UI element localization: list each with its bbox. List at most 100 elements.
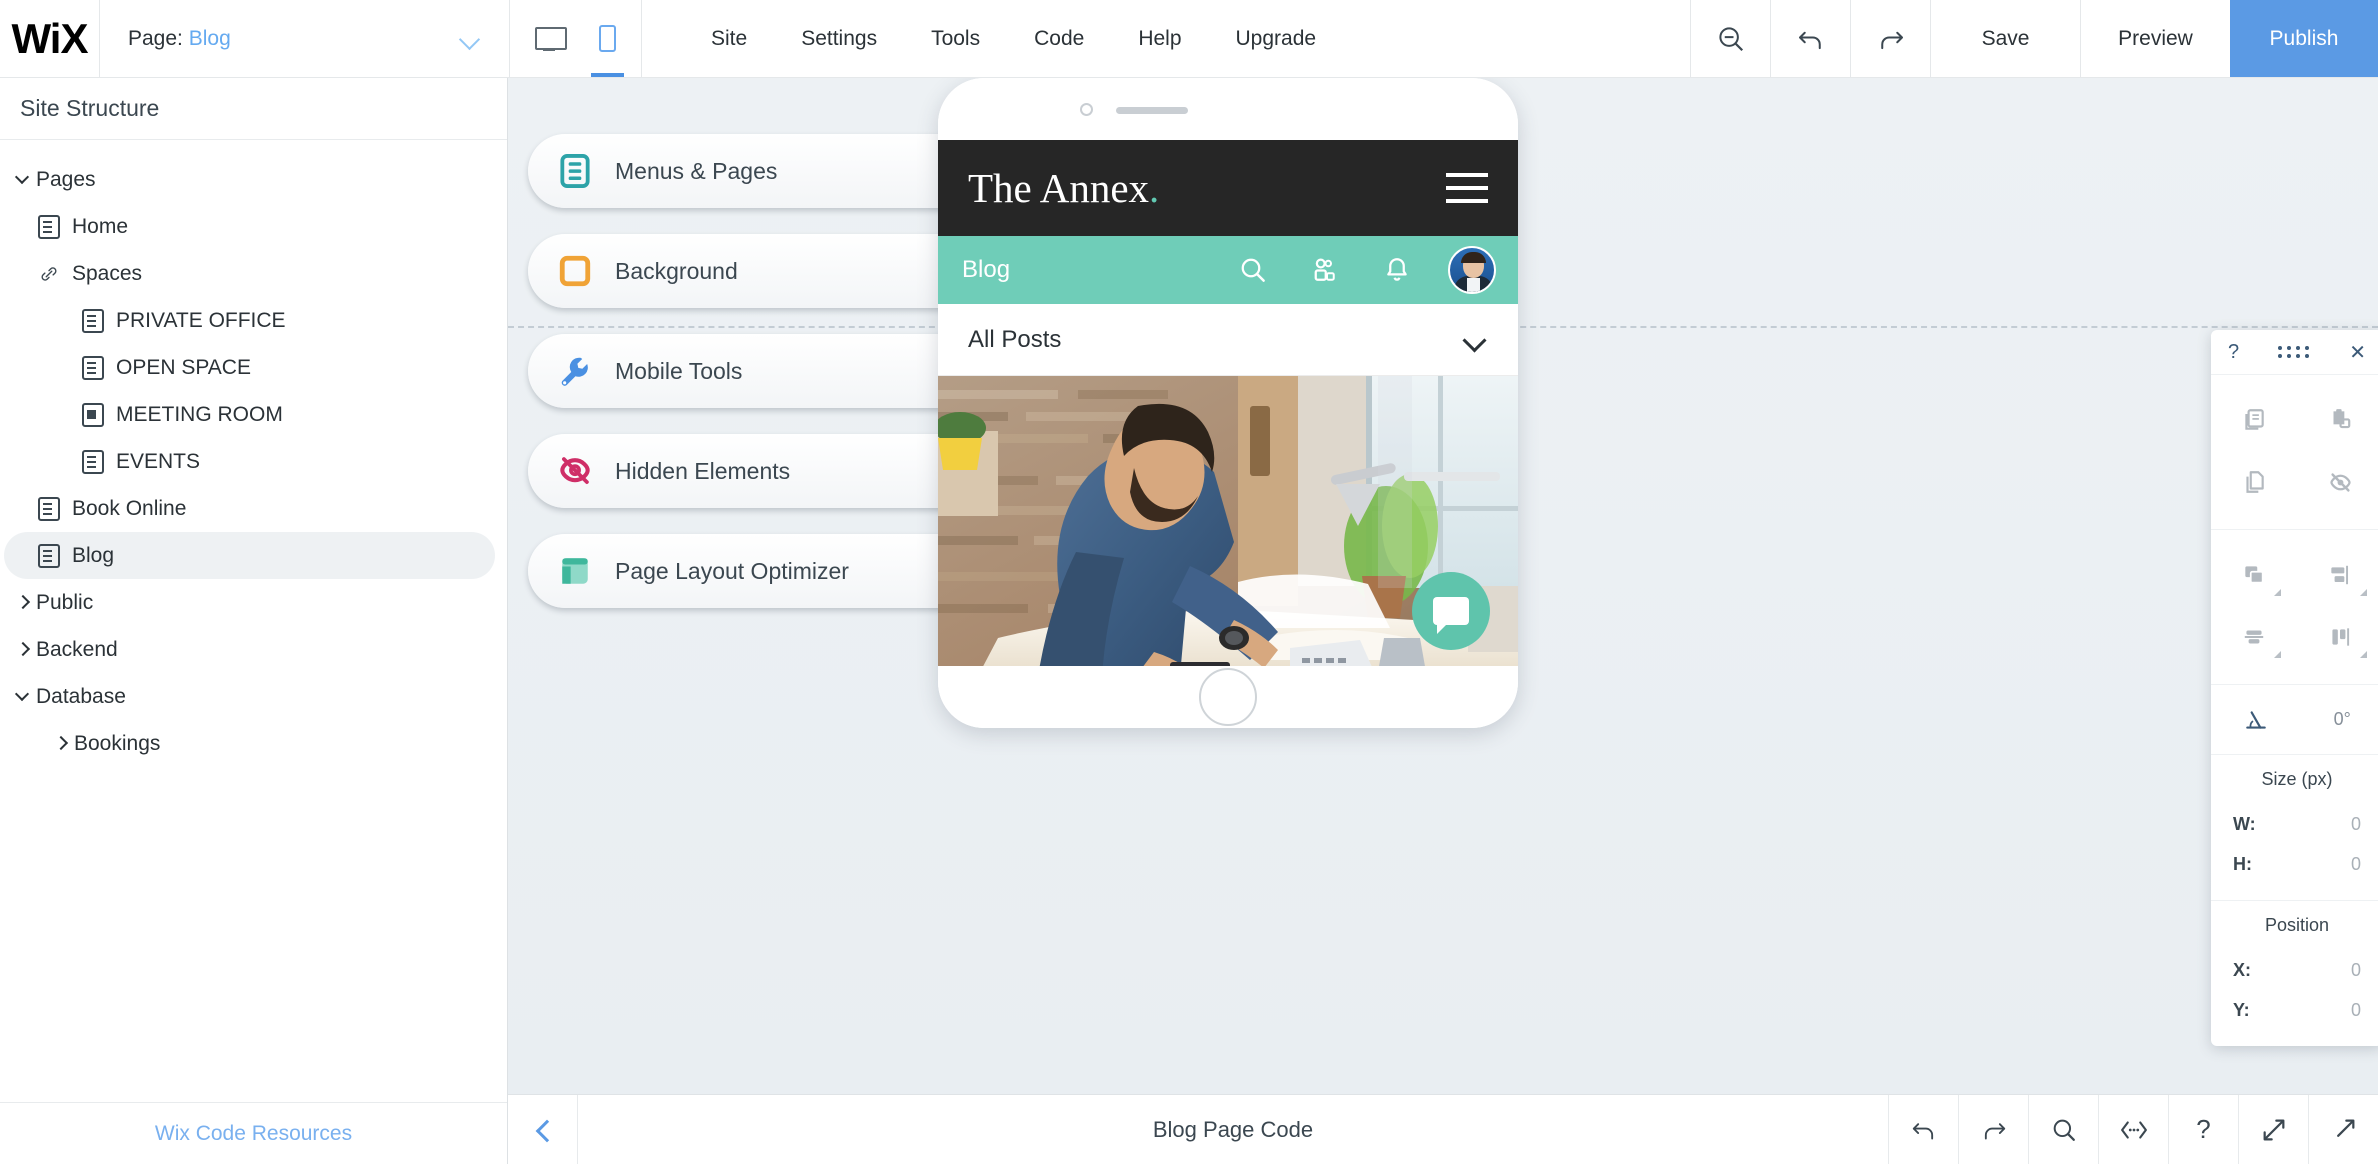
arrange-layers-icon bbox=[2245, 566, 2264, 584]
tree-item-bookings[interactable]: Bookings bbox=[4, 720, 495, 767]
tree-item-blog[interactable]: Blog bbox=[4, 532, 495, 579]
pos-x-label: X: bbox=[2233, 959, 2251, 980]
page-layout-optimizer-button[interactable]: Page Layout Optimizer bbox=[528, 534, 978, 608]
angle-icon[interactable] bbox=[2243, 707, 2269, 733]
paste-icon bbox=[2333, 409, 2351, 429]
site-structure-sidebar: Site Structure Pages Home Spaces PRIVATE… bbox=[0, 78, 508, 1164]
posts-filter-label: All Posts bbox=[968, 325, 1062, 353]
site-title-text: The Annex bbox=[968, 165, 1150, 211]
zoom-out-icon bbox=[1718, 26, 1743, 51]
format-code-icon bbox=[2120, 1120, 2147, 1139]
position-section: Position X: 0 Y: 0 bbox=[2211, 901, 2378, 1046]
caret-down-icon[interactable] bbox=[10, 173, 36, 187]
page-icon bbox=[82, 308, 104, 333]
format-code-button[interactable] bbox=[2098, 1095, 2168, 1164]
height-input[interactable]: 0 bbox=[2351, 854, 2361, 875]
menu-item-site[interactable]: Site bbox=[684, 0, 774, 78]
code-panel-bottom-bar: Blog Page Code ? bbox=[508, 1094, 2378, 1164]
menu-item-help[interactable]: Help bbox=[1111, 0, 1208, 78]
expand-corner-icon bbox=[2274, 651, 2281, 658]
tree-item-private-office[interactable]: PRIVATE OFFICE bbox=[4, 297, 495, 344]
hamburger-menu-icon[interactable] bbox=[1446, 173, 1488, 203]
paste-button[interactable] bbox=[2297, 389, 2378, 451]
tree-item-open-space[interactable]: OPEN SPACE bbox=[4, 344, 495, 391]
pos-y-input[interactable]: 0 bbox=[2351, 1000, 2361, 1021]
members-icon[interactable] bbox=[1308, 253, 1342, 287]
expand-code-panel-button[interactable] bbox=[2238, 1095, 2308, 1164]
caret-right-icon[interactable] bbox=[10, 596, 36, 610]
mobile-tools-button[interactable]: Mobile Tools bbox=[528, 334, 978, 408]
close-icon[interactable]: ✕ bbox=[2349, 340, 2366, 365]
tree-item-home[interactable]: Home bbox=[4, 203, 495, 250]
undo-button[interactable] bbox=[1770, 0, 1850, 77]
hidden-elements-button[interactable]: Hidden Elements bbox=[528, 434, 978, 508]
preview-button[interactable]: Preview bbox=[2080, 0, 2230, 77]
mobile-tools-panel: Menus & Pages Background Mobile Tools Hi… bbox=[528, 134, 978, 634]
arrange-button[interactable] bbox=[2211, 544, 2297, 606]
tree-item-spaces[interactable]: Spaces bbox=[4, 250, 495, 297]
save-button[interactable]: Save bbox=[1930, 0, 2080, 77]
duplicate-button[interactable] bbox=[2211, 389, 2297, 451]
caret-right-icon[interactable] bbox=[10, 643, 36, 657]
publish-button[interactable]: Publish bbox=[2230, 0, 2378, 77]
align-horizontal-button[interactable] bbox=[2297, 544, 2378, 606]
zoom-out-button[interactable] bbox=[1690, 0, 1770, 77]
pos-x-input[interactable]: 0 bbox=[2351, 960, 2361, 981]
phone-screen: The Annex. Blog All Posts bbox=[938, 140, 1518, 666]
site-structure-tree: Pages Home Spaces PRIVATE OFFICE OPEN SP… bbox=[0, 140, 507, 767]
search-icon[interactable] bbox=[1236, 253, 1270, 287]
undo-icon bbox=[1798, 31, 1821, 49]
page-icon bbox=[82, 355, 104, 380]
tree-item-label: Backend bbox=[36, 637, 118, 661]
collapse-code-panel-button[interactable] bbox=[508, 1095, 578, 1164]
chat-button[interactable] bbox=[1412, 572, 1490, 650]
background-button[interactable]: Background bbox=[528, 234, 978, 308]
fullscreen-code-button[interactable] bbox=[2308, 1095, 2378, 1164]
tree-item-pages[interactable]: Pages bbox=[4, 156, 495, 203]
caret-right-icon[interactable] bbox=[48, 737, 74, 751]
help-icon[interactable]: ? bbox=[2228, 341, 2239, 364]
code-redo-button[interactable] bbox=[1958, 1095, 2028, 1164]
expand-icon bbox=[2263, 1119, 2284, 1140]
drag-handle-icon[interactable] bbox=[2278, 346, 2310, 358]
site-header: The Annex. bbox=[938, 140, 1518, 236]
copy-button[interactable] bbox=[2211, 451, 2297, 513]
posts-filter-dropdown[interactable]: All Posts bbox=[938, 304, 1518, 376]
tree-item-label: Public bbox=[36, 590, 94, 614]
page-icon bbox=[38, 543, 60, 568]
mobile-view-button[interactable] bbox=[591, 0, 624, 77]
position-x-row: X: 0 bbox=[2211, 950, 2378, 990]
page-selector[interactable]: Page: Blog bbox=[100, 0, 510, 77]
align-vertical-button[interactable] bbox=[2297, 606, 2378, 668]
rotation-value[interactable]: 0° bbox=[2334, 709, 2351, 730]
menu-item-settings[interactable]: Settings bbox=[774, 0, 904, 78]
code-help-button[interactable]: ? bbox=[2168, 1095, 2238, 1164]
wix-logo[interactable]: WiX bbox=[0, 0, 100, 77]
distribute-button[interactable] bbox=[2211, 606, 2297, 668]
redo-button[interactable] bbox=[1850, 0, 1930, 77]
hide-button[interactable] bbox=[2297, 451, 2378, 513]
avatar[interactable] bbox=[1448, 246, 1496, 294]
tree-item-events[interactable]: EVENTS bbox=[4, 438, 495, 485]
menu-item-upgrade[interactable]: Upgrade bbox=[1209, 0, 1344, 78]
rotation-row: 0° bbox=[2211, 685, 2378, 755]
code-undo-button[interactable] bbox=[1888, 1095, 1958, 1164]
code-search-button[interactable] bbox=[2028, 1095, 2098, 1164]
menu-item-tools[interactable]: Tools bbox=[904, 0, 1007, 78]
menu-item-code[interactable]: Code bbox=[1007, 0, 1111, 78]
wix-code-resources-link[interactable]: Wix Code Resources bbox=[155, 1122, 352, 1146]
bell-icon[interactable] bbox=[1380, 253, 1414, 287]
desktop-view-button[interactable] bbox=[531, 0, 567, 77]
caret-down-icon[interactable] bbox=[10, 690, 36, 704]
menus-and-pages-button[interactable]: Menus & Pages bbox=[528, 134, 978, 208]
tree-item-database[interactable]: Database bbox=[4, 673, 495, 720]
tree-item-public[interactable]: Public bbox=[4, 579, 495, 626]
blog-post-hero-image[interactable] bbox=[938, 376, 1518, 666]
tree-item-meeting-room[interactable]: MEETING ROOM bbox=[4, 391, 495, 438]
tree-item-book-online[interactable]: Book Online bbox=[4, 485, 495, 532]
element-toolbar-panel: ? ✕ 0° Size (px) W: 0 H: 0 Position X: 0… bbox=[2211, 330, 2378, 1046]
copy-icon bbox=[2246, 471, 2264, 493]
width-input[interactable]: 0 bbox=[2351, 814, 2361, 835]
pill-label: Mobile Tools bbox=[615, 357, 743, 384]
tree-item-backend[interactable]: Backend bbox=[4, 626, 495, 673]
